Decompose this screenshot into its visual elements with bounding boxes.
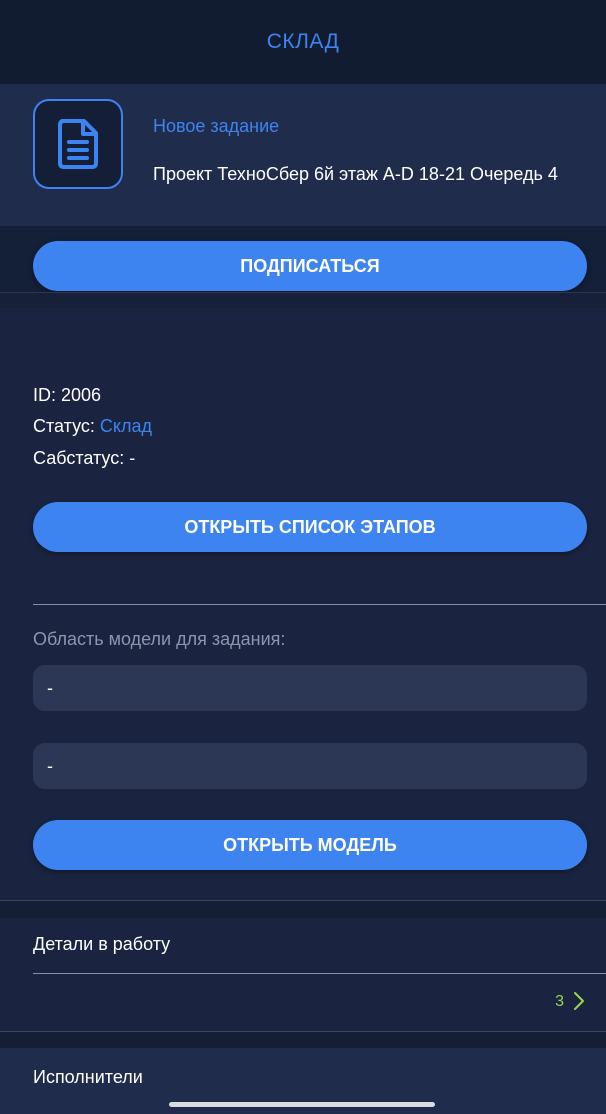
section-gap xyxy=(0,1032,606,1048)
model-area-field-1[interactable]: - xyxy=(33,665,587,711)
task-substatus: Сабстатус: - xyxy=(33,448,136,468)
model-area-label: Область модели для задания: xyxy=(33,629,286,649)
chevron-right-icon[interactable] xyxy=(570,990,588,1012)
details-count[interactable]: 3 xyxy=(555,993,564,1011)
task-description: Проект ТехноСбер 6й этаж A-D 18-21 Очере… xyxy=(153,164,558,184)
section-gap xyxy=(0,901,606,918)
executors-title: Исполнители xyxy=(33,1067,143,1087)
divider xyxy=(33,604,606,605)
task-status: Статус: Склад xyxy=(33,416,152,437)
app-header: СКЛАД xyxy=(0,0,606,84)
section-gap xyxy=(0,293,606,308)
open-stages-button[interactable]: ОТКРЫТЬ СПИСОК ЭТАПОВ xyxy=(33,502,587,552)
model-area-field-2[interactable]: - xyxy=(33,743,587,789)
status-label: Статус: xyxy=(33,416,100,436)
open-model-button[interactable]: ОТКРЫТЬ МОДЕЛЬ xyxy=(33,820,587,870)
task-card[interactable]: Новое задание Проект ТехноСбер 6й этаж A… xyxy=(0,84,606,226)
header-title: СКЛАД xyxy=(266,30,340,53)
subscribe-button[interactable]: ПОДПИСАТЬСЯ xyxy=(33,241,587,291)
document-icon xyxy=(33,99,123,189)
task-id: ID: 2006 xyxy=(33,385,102,405)
task-title: Новое задание xyxy=(153,116,280,136)
divider xyxy=(33,973,606,974)
details-title: Детали в работу xyxy=(33,934,171,954)
home-indicator[interactable] xyxy=(169,1102,435,1107)
status-value: Склад xyxy=(99,416,152,436)
